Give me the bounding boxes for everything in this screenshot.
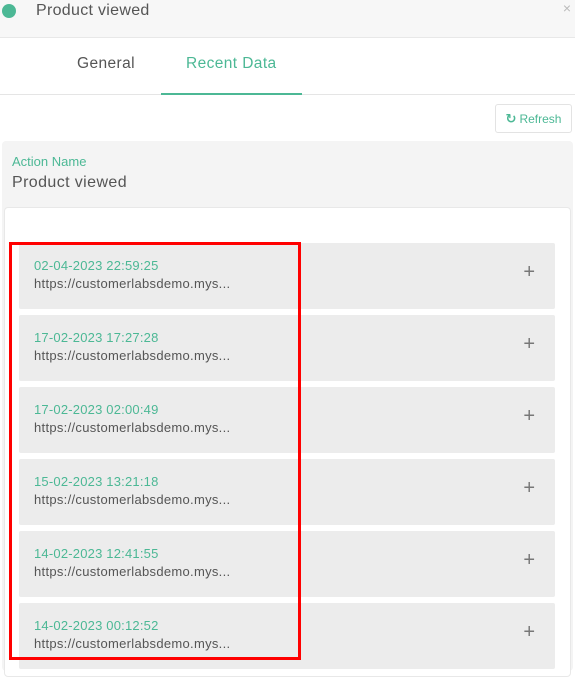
status-dot-icon [2, 4, 16, 18]
event-item[interactable]: 14-02-2023 12:41:55 https://customerlabs… [19, 531, 555, 597]
action-name-value: Product viewed [12, 174, 127, 191]
event-url: https://customerlabsdemo.mys... [34, 276, 231, 291]
close-icon[interactable]: × [563, 0, 571, 16]
expand-plus-icon[interactable]: + [523, 333, 535, 356]
panel-header: Product viewed × [0, 0, 575, 38]
expand-plus-icon[interactable]: + [523, 261, 535, 284]
event-url: https://customerlabsdemo.mys... [34, 420, 231, 435]
header-title: Product viewed [36, 2, 150, 19]
event-url: https://customerlabsdemo.mys... [34, 636, 231, 651]
expand-plus-icon[interactable]: + [523, 477, 535, 500]
event-item[interactable]: 14-02-2023 00:12:52 https://customerlabs… [19, 603, 555, 669]
refresh-icon: ↻ [505, 110, 517, 126]
event-item[interactable]: 17-02-2023 17:27:28 https://customerlabs… [19, 315, 555, 381]
tab-recent-data[interactable]: Recent Data [186, 55, 277, 73]
event-url: https://customerlabsdemo.mys... [34, 348, 231, 363]
event-date: 17-02-2023 17:27:28 [34, 330, 159, 345]
event-url: https://customerlabsdemo.mys... [34, 492, 231, 507]
event-date: 02-04-2023 22:59:25 [34, 258, 159, 273]
action-card: Action Name Product viewed 02-04-2023 22… [2, 141, 573, 677]
expand-plus-icon[interactable]: + [523, 405, 535, 428]
expand-plus-icon[interactable]: + [523, 621, 535, 644]
event-item[interactable]: 17-02-2023 02:00:49 https://customerlabs… [19, 387, 555, 453]
active-tab-indicator [161, 93, 302, 95]
tab-general[interactable]: General [77, 55, 135, 73]
event-url: https://customerlabsdemo.mys... [34, 564, 231, 579]
refresh-label: Refresh [519, 111, 562, 126]
event-date: 17-02-2023 02:00:49 [34, 402, 159, 417]
event-date: 14-02-2023 12:41:55 [34, 546, 159, 561]
event-date: 15-02-2023 13:21:18 [34, 474, 159, 489]
refresh-button[interactable]: ↻ Refresh [495, 104, 572, 133]
events-list: 02-04-2023 22:59:25 https://customerlabs… [4, 207, 571, 677]
event-item[interactable]: 15-02-2023 13:21:18 https://customerlabs… [19, 459, 555, 525]
action-name-label: Action Name [12, 154, 87, 169]
expand-plus-icon[interactable]: + [523, 549, 535, 572]
event-date: 14-02-2023 00:12:52 [34, 618, 159, 633]
event-item[interactable]: 02-04-2023 22:59:25 https://customerlabs… [19, 243, 555, 309]
tab-bar: General Recent Data [0, 38, 575, 95]
